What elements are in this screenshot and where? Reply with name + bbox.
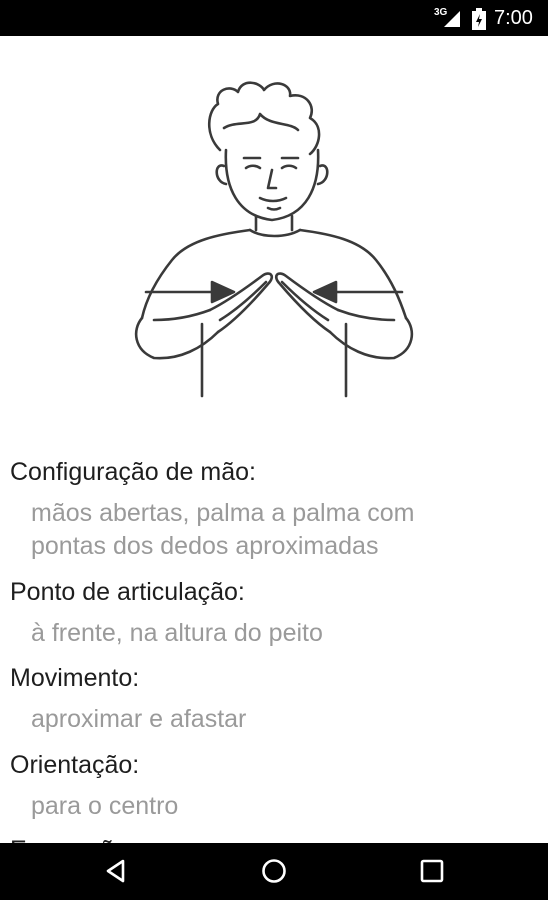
home-button[interactable] [234, 843, 314, 900]
person-signing-illustration [134, 81, 414, 398]
clock: 7:00 [494, 7, 533, 29]
orientation-label: Orientação: [10, 751, 140, 779]
location-label: Ponto de articulação: [10, 578, 245, 606]
sign-detail-content[interactable]: Configuração de mão: mãos abertas, palma… [0, 0, 548, 843]
handshape-label: Configuração de mão: [10, 458, 256, 486]
location-value: à frente, na altura do peito [31, 619, 323, 647]
movement-label: Movimento: [10, 664, 140, 692]
handshape-value: mãos abertas, palma a palma com pontas d… [31, 499, 415, 560]
movement-value: aproximar e afastar [31, 705, 247, 733]
orientation-value: para o centro [31, 792, 179, 820]
back-button[interactable] [76, 843, 156, 900]
battery-charging-icon [472, 8, 486, 30]
navigation-bar [0, 843, 548, 900]
home-icon [262, 859, 286, 883]
recents-button[interactable] [392, 843, 472, 900]
signal-icon [444, 11, 460, 27]
expression-label: Expressão: [10, 835, 135, 843]
recents-icon [420, 859, 444, 883]
back-icon [106, 859, 125, 883]
status-bar: 3G 7:00 [0, 0, 548, 36]
